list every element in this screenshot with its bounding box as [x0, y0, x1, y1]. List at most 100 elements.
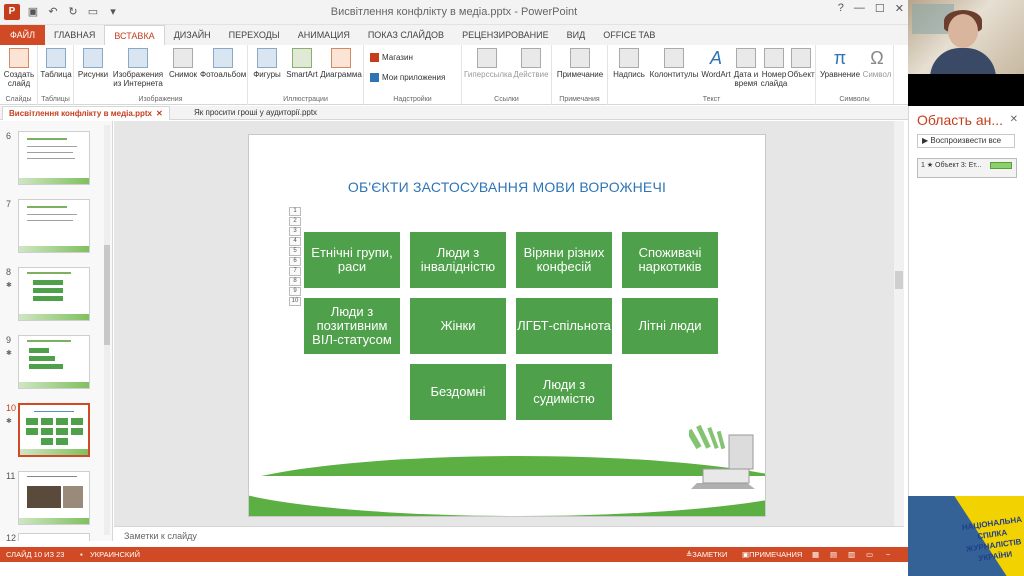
slideshow-view-icon[interactable]: ▭: [866, 547, 873, 562]
shape-box[interactable]: Люди з судимістю: [516, 364, 612, 420]
shapes-button[interactable]: Фигуры: [250, 48, 284, 79]
animation-order-marker[interactable]: 8: [289, 277, 301, 286]
shapes-label: Фигуры: [253, 70, 281, 79]
shape-box[interactable]: Літні люди: [622, 298, 718, 354]
ribbon-tabs: ФАЙЛ ГЛАВНАЯ ВСТАВКА ДИЗАЙН ПЕРЕХОДЫ АНИ…: [0, 25, 908, 45]
shape-box[interactable]: Етнічні групи, раси: [304, 232, 400, 288]
shape-box[interactable]: Люди з позитивним ВІЛ-статусом: [304, 298, 400, 354]
slide-number-button[interactable]: Номер слайда: [760, 48, 788, 88]
comments-toggle[interactable]: ▣ ПРИМЕЧАНИЯ: [742, 547, 802, 562]
table-button[interactable]: Таблица: [40, 48, 72, 79]
my-apps-button[interactable]: Мои приложения: [370, 73, 445, 82]
action-button[interactable]: Действие: [512, 48, 550, 79]
notes-toggle[interactable]: ≜ ЗАМЕТКИ: [686, 547, 727, 562]
minimize-button[interactable]: —: [854, 2, 865, 15]
shape-box[interactable]: Люди з інвалідністю: [410, 232, 506, 288]
animation-order-marker[interactable]: 10: [289, 297, 301, 306]
wordart-button[interactable]: A WordArt: [700, 48, 732, 79]
thumb-number: 8: [6, 267, 12, 277]
thumb-number: 11: [6, 471, 16, 481]
play-all-button[interactable]: ▶ Воспроизвести все: [917, 134, 1015, 148]
notes-pane[interactable]: Заметки к слайду: [114, 526, 904, 547]
textbox-button[interactable]: Надпись: [610, 48, 648, 79]
spellcheck-icon[interactable]: ▪: [80, 547, 83, 562]
smartart-button[interactable]: SmartArt: [284, 48, 320, 79]
tab-slideshow[interactable]: ПОКАЗ СЛАЙДОВ: [359, 25, 453, 45]
animation-order-marker[interactable]: 3: [289, 227, 301, 236]
animation-order-marker[interactable]: 7: [289, 267, 301, 276]
slide-thumbnail[interactable]: [18, 199, 90, 253]
title-bar: P ▣ ↶ ↻ ▭ ▾ Висвітлення конфлікту в меді…: [0, 0, 908, 25]
slide-thumbnail[interactable]: [18, 335, 90, 389]
comments-toggle-label: ПРИМЕЧАНИЯ: [749, 550, 803, 559]
tab-review[interactable]: РЕЦЕНЗИРОВАНИЕ: [453, 25, 558, 45]
slide-thumbnail[interactable]: [18, 471, 90, 525]
wordart-icon: A: [709, 48, 722, 68]
chart-button[interactable]: Диаграмма: [320, 48, 362, 79]
tab-insert[interactable]: ВСТАВКА: [104, 25, 165, 45]
doc-tab-active-label: Висвітлення конфлікту в медіа.pptx: [9, 109, 152, 118]
animation-order-marker[interactable]: 9: [289, 287, 301, 296]
slide-thumbnail[interactable]: [18, 533, 90, 541]
help-icon[interactable]: ?: [838, 2, 844, 15]
online-pictures-button[interactable]: Изображения из Интернета: [110, 48, 166, 88]
online-pictures-icon: [128, 48, 148, 68]
shape-box[interactable]: Споживачі наркотиків: [622, 232, 718, 288]
animation-item[interactable]: 1 ★ Объект 3: Ет...: [917, 158, 1017, 178]
pictures-button[interactable]: Рисунки: [76, 48, 110, 79]
symbol-button[interactable]: Ω Символ: [862, 48, 892, 79]
slide-thumbnail[interactable]: [18, 131, 90, 185]
tab-office-tab[interactable]: OFFICE TAB: [594, 25, 664, 45]
tab-view[interactable]: ВИД: [558, 25, 595, 45]
header-footer-button[interactable]: Колонтитулы: [648, 48, 700, 79]
close-button[interactable]: ✕: [895, 2, 904, 15]
screenshot-button[interactable]: Снимок: [166, 48, 200, 79]
equation-button[interactable]: π Уравнение: [818, 48, 862, 79]
slide-thumbnail-selected[interactable]: [18, 403, 90, 457]
tab-home[interactable]: ГЛАВНАЯ: [45, 25, 104, 45]
slide-sorter-icon[interactable]: ▤: [830, 547, 837, 562]
header-footer-label: Колонтитулы: [649, 70, 699, 79]
slides-panel: 6 7 8 ✱ 9 ✱ 10 ✱ 11 12: [0, 121, 113, 541]
tab-file[interactable]: ФАЙЛ: [0, 25, 46, 45]
animation-order-marker[interactable]: 1: [289, 207, 301, 216]
close-icon[interactable]: ✕: [1010, 114, 1018, 125]
hyperlink-button[interactable]: Гиперссылка: [464, 48, 513, 79]
object-button[interactable]: Объект: [786, 48, 816, 79]
slide-editor-canvas: ОБ'ЄКТИ ЗАСТОСУВАННЯ МОВИ ВОРОЖНЕЧІ 1 2 …: [114, 121, 904, 526]
tab-transitions[interactable]: ПЕРЕХОДЫ: [220, 25, 289, 45]
hyperlink-label: Гиперссылка: [464, 70, 513, 79]
animation-order-marker[interactable]: 2: [289, 217, 301, 226]
photoalbum-button[interactable]: Фотоальбом: [200, 48, 246, 79]
zoom-out-icon[interactable]: −: [886, 547, 890, 562]
doc-tab-active[interactable]: Висвітлення конфлікту в медіа.pptx ✕: [2, 106, 170, 120]
new-slide-button[interactable]: Создать слайд: [2, 48, 36, 88]
animation-order-marker[interactable]: 6: [289, 257, 301, 266]
slides-scrollbar[interactable]: [104, 125, 110, 535]
comment-button[interactable]: Примечание: [554, 48, 606, 79]
normal-view-icon[interactable]: ▦: [812, 547, 819, 562]
shape-box[interactable]: Жінки: [410, 298, 506, 354]
current-slide[interactable]: ОБ'ЄКТИ ЗАСТОСУВАННЯ МОВИ ВОРОЖНЕЧІ 1 2 …: [248, 134, 766, 517]
tab-design[interactable]: ДИЗАЙН: [165, 25, 220, 45]
shapes-icon: [257, 48, 277, 68]
shape-box[interactable]: Бездомні: [410, 364, 506, 420]
slide-title[interactable]: ОБ'ЄКТИ ЗАСТОСУВАННЯ МОВИ ВОРОЖНЕЧІ: [249, 179, 765, 195]
canvas-scrollbar[interactable]: [894, 121, 904, 526]
shape-box[interactable]: ЛГБТ-спільнота: [516, 298, 612, 354]
slide-thumbnail[interactable]: [18, 267, 90, 321]
tab-animations[interactable]: АНИМАЦИЯ: [289, 25, 359, 45]
animation-order-marker[interactable]: 4: [289, 237, 301, 246]
animation-timing-bar[interactable]: [990, 162, 1012, 169]
store-icon: [370, 53, 379, 62]
store-button[interactable]: Магазин: [370, 53, 413, 62]
doc-tab-2[interactable]: Як просити гроші у аудиторії.pptx: [188, 106, 323, 120]
close-doc-tab-icon[interactable]: ✕: [156, 109, 163, 118]
reading-view-icon[interactable]: ▥: [848, 547, 855, 562]
restore-button[interactable]: ☐: [875, 2, 885, 15]
animation-order-marker[interactable]: 5: [289, 247, 301, 256]
datetime-button[interactable]: Дата и время: [732, 48, 760, 88]
language-indicator[interactable]: УКРАИНСКИЙ: [90, 547, 140, 562]
shape-box[interactable]: Віряни різних конфесій: [516, 232, 612, 288]
group-label-comments: Примечания: [559, 96, 600, 103]
